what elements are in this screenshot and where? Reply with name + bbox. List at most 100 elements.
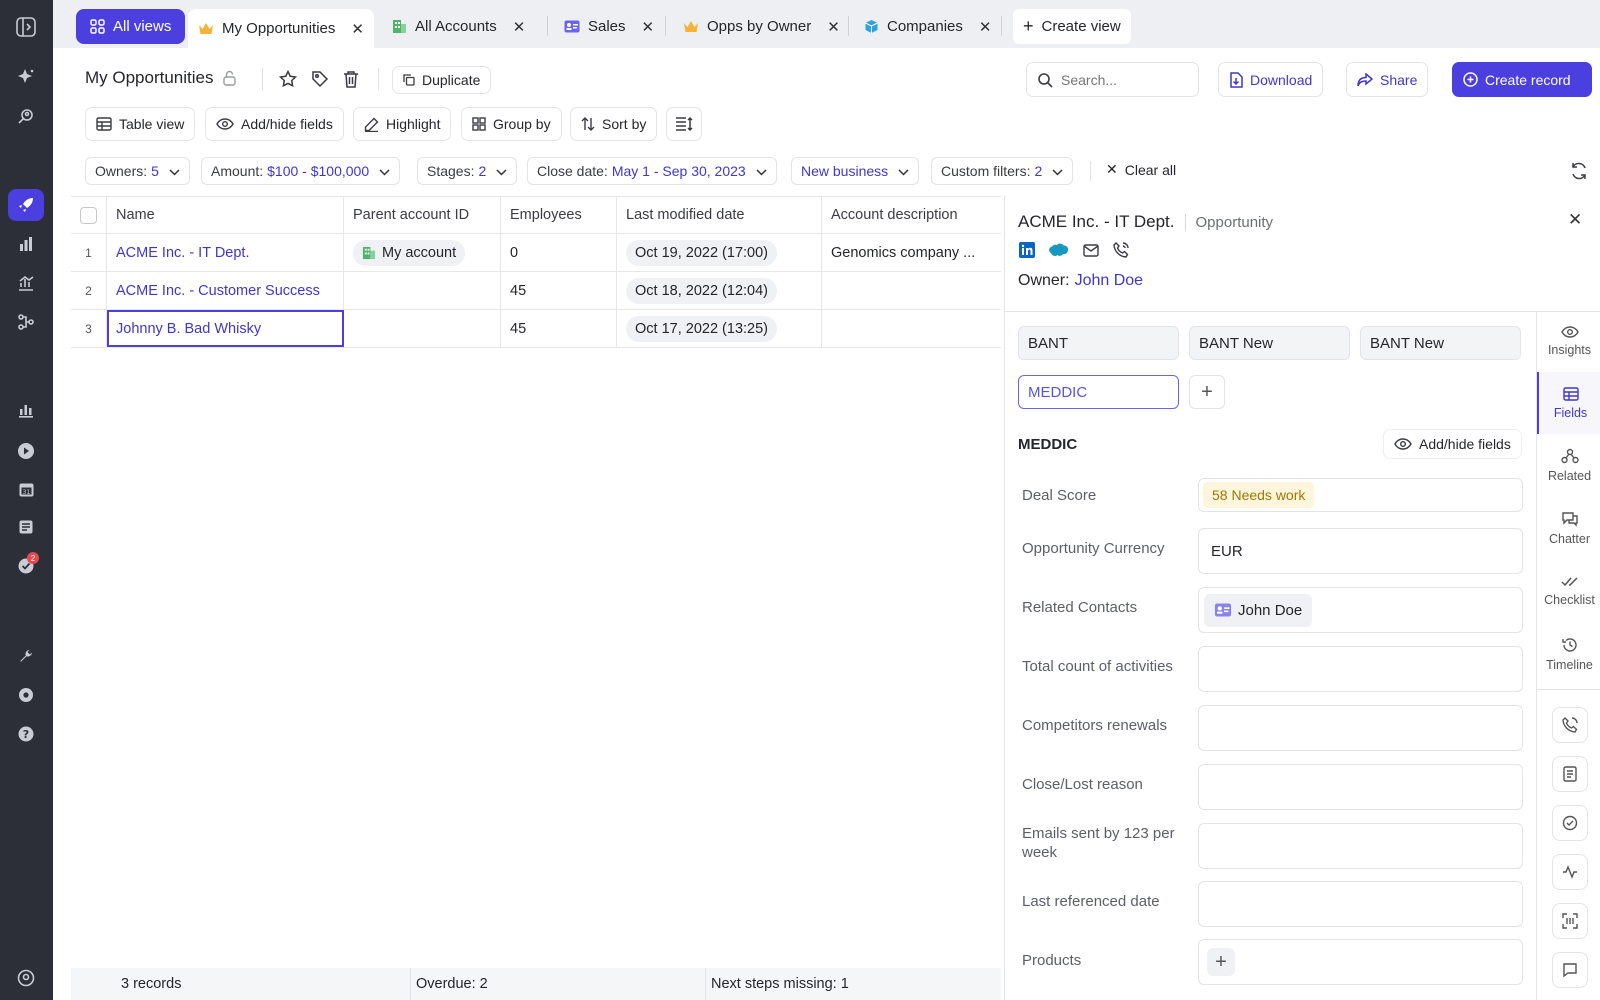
close-date-filter[interactable]: Close date: May 1 - Sep 30, 2023	[527, 157, 777, 185]
lost-reason-field[interactable]	[1198, 764, 1523, 810]
star-icon[interactable]	[279, 70, 297, 88]
modified-cell[interactable]: Oct 19, 2022 (17:00)	[617, 234, 822, 271]
contact-chip[interactable]: John Doe	[1204, 593, 1313, 627]
panel-add-hide-fields-button[interactable]: Add/hide fields	[1383, 429, 1522, 459]
name-cell[interactable]: Johnny B. Bad Whisky	[107, 310, 344, 347]
employees-cell[interactable]: 45	[501, 272, 617, 309]
search-input[interactable]: Search...	[1026, 62, 1199, 97]
parent-account-cell[interactable]	[344, 310, 501, 347]
parent-account-cell[interactable]	[344, 272, 501, 309]
notes-icon[interactable]	[8, 511, 44, 543]
profile-icon[interactable]	[8, 962, 44, 994]
framework-tab-bant-new[interactable]: BANT New	[1189, 326, 1350, 360]
play-icon[interactable]	[8, 435, 44, 467]
download-button[interactable]: Download	[1218, 62, 1324, 97]
linkedin-icon[interactable]	[1019, 242, 1035, 258]
related-contacts-field[interactable]: John Doe	[1198, 587, 1523, 633]
close-panel-icon[interactable]: ✕	[1568, 210, 1582, 230]
group-by-button[interactable]: Group by	[461, 107, 562, 141]
table-row[interactable]: 3 Johnny B. Bad Whisky 45 Oct 17, 2022 (…	[71, 310, 1001, 348]
refresh-icon[interactable]	[1570, 162, 1588, 183]
message-icon[interactable]	[1552, 952, 1588, 988]
bar-chart-icon[interactable]	[8, 394, 44, 426]
custom-filters[interactable]: Custom filters: 2	[931, 157, 1074, 185]
deal-score-field[interactable]: 58 Needs work	[1198, 478, 1523, 512]
tab-my-opportunities[interactable]: My Opportunities ✕	[188, 9, 374, 48]
owners-filter[interactable]: Owners: 5	[85, 157, 190, 185]
share-button[interactable]: Share	[1346, 62, 1429, 97]
employees-cell[interactable]: 45	[501, 310, 617, 347]
highlight-button[interactable]: Highlight	[353, 107, 452, 141]
tasks-icon[interactable]: 2	[8, 550, 44, 582]
emails-field[interactable]	[1198, 823, 1523, 869]
column-header[interactable]: Employees	[501, 197, 617, 233]
column-header[interactable]: Name	[107, 197, 344, 233]
products-field[interactable]: +	[1198, 939, 1523, 985]
calendar-icon[interactable]: 31	[8, 473, 44, 505]
currency-field[interactable]: EUR	[1198, 528, 1523, 574]
last-referenced-field[interactable]	[1198, 881, 1523, 927]
column-header[interactable]: Parent account ID	[344, 197, 501, 233]
tab-sales[interactable]: Sales ✕	[554, 9, 664, 44]
sidebar-toggle-icon[interactable]	[8, 11, 44, 43]
employees-cell[interactable]: 0	[501, 234, 617, 271]
add-product-button[interactable]: +	[1207, 948, 1235, 976]
competitors-field[interactable]	[1198, 705, 1523, 751]
wrench-icon[interactable]	[8, 640, 44, 672]
table-view-button[interactable]: Table view	[85, 107, 196, 141]
rail-checklist[interactable]: Checklist	[1537, 562, 1600, 620]
salesforce-icon[interactable]	[1049, 243, 1069, 257]
flow-icon[interactable]	[8, 306, 44, 338]
create-record-button[interactable]: Create record	[1452, 62, 1592, 97]
close-icon[interactable]: ✕	[827, 18, 840, 36]
description-cell[interactable]	[822, 310, 1001, 347]
modified-cell[interactable]: Oct 18, 2022 (12:04)	[617, 272, 822, 309]
rail-timeline[interactable]: Timeline	[1537, 625, 1600, 683]
amount-filter[interactable]: Amount: $100 - $100,000	[201, 157, 401, 185]
search-user-icon[interactable]	[8, 101, 44, 133]
clear-all-button[interactable]: ✕ Clear all	[1106, 161, 1176, 178]
activity-icon[interactable]	[1552, 854, 1588, 890]
email-icon[interactable]	[1083, 243, 1099, 257]
record-link[interactable]: ACME Inc. - IT Dept.	[116, 245, 250, 261]
table-row[interactable]: 2 ACME Inc. - Customer Success 45 Oct 18…	[71, 272, 1001, 310]
modified-cell[interactable]: Oct 17, 2022 (13:25)	[617, 310, 822, 347]
tab-all-accounts[interactable]: All Accounts ✕	[382, 9, 535, 44]
tag-icon[interactable]	[311, 70, 329, 88]
settings-icon[interactable]	[8, 679, 44, 711]
help-icon[interactable]: ?	[8, 718, 44, 750]
table-row[interactable]: 1 ACME Inc. - IT Dept. My account 0 Oct …	[71, 234, 1001, 272]
sort-by-button[interactable]: Sort by	[570, 107, 658, 141]
new-business-filter[interactable]: New business	[791, 157, 920, 185]
framework-tab-meddic[interactable]: MEDDIC	[1018, 375, 1179, 409]
sparkle-icon[interactable]	[8, 61, 44, 93]
rocket-icon[interactable]	[8, 189, 44, 221]
description-cell[interactable]: Genomics company ...	[822, 234, 1001, 271]
close-icon[interactable]: ✕	[513, 18, 526, 36]
note-icon[interactable]	[1552, 756, 1588, 792]
call-icon[interactable]	[1552, 707, 1588, 743]
create-view-button[interactable]: + Create view	[1013, 9, 1131, 44]
description-cell[interactable]	[822, 272, 1001, 309]
row-density-button[interactable]	[666, 107, 702, 141]
analytics-icon[interactable]	[8, 267, 44, 299]
rail-chatter[interactable]: Chatter	[1537, 499, 1600, 557]
scan-icon[interactable]	[1552, 903, 1588, 939]
parent-account-cell[interactable]: My account	[344, 234, 501, 271]
framework-tab-bant[interactable]: BANT	[1018, 326, 1179, 360]
add-hide-fields-button[interactable]: Add/hide fields	[205, 107, 344, 141]
add-framework-button[interactable]: +	[1189, 375, 1225, 409]
tab-companies[interactable]: Companies ✕	[854, 9, 1001, 44]
activities-field[interactable]	[1198, 646, 1523, 692]
task-check-icon[interactable]	[1552, 805, 1588, 841]
framework-tab-bant-new-2[interactable]: BANT New	[1360, 326, 1521, 360]
name-cell[interactable]: ACME Inc. - IT Dept.	[107, 234, 344, 271]
tab-all-views[interactable]: All views	[76, 9, 186, 44]
stages-filter[interactable]: Stages: 2	[417, 157, 518, 185]
column-header[interactable]: Last modified date	[617, 197, 822, 233]
select-all-checkbox[interactable]	[80, 206, 97, 224]
name-cell[interactable]: ACME Inc. - Customer Success	[107, 272, 344, 309]
column-header[interactable]: Account description	[822, 197, 1001, 233]
close-icon[interactable]: ✕	[351, 20, 364, 38]
close-icon[interactable]: ✕	[642, 18, 655, 36]
